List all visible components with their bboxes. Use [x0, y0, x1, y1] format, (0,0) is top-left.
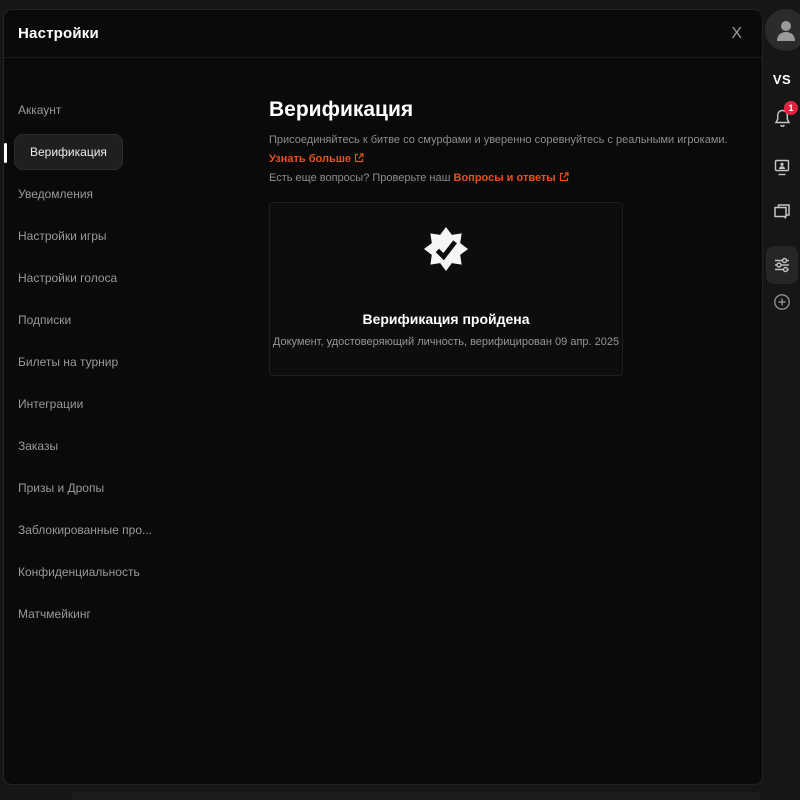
learn-more-link[interactable]: Узнать больше — [269, 153, 351, 165]
sidebar-item-tournament-tickets[interactable]: Билеты на турнир — [4, 341, 254, 383]
page-title: Верификация — [269, 98, 739, 122]
external-link-icon — [354, 151, 364, 161]
verification-status-title: Верификация пройдена — [362, 311, 529, 327]
background-bottom-bar — [72, 792, 760, 800]
chat-icon — [772, 202, 792, 222]
settings-sliders-icon — [773, 256, 791, 274]
sidebar-item-account[interactable]: Аккаунт — [4, 89, 254, 131]
sidebar-item-prizes-drops[interactable]: Призы и Дропы — [4, 467, 254, 509]
verification-status-card: Верификация пройдена Документ, удостовер… — [269, 202, 623, 376]
sidebar-item-game-settings[interactable]: Настройки игры — [4, 215, 254, 257]
sidebar-item-voice-settings[interactable]: Настройки голоса — [4, 257, 254, 299]
settings-dialog: Настройки X Аккаунт Верификация Уведомле… — [3, 9, 763, 785]
sidebar-item-subscriptions[interactable]: Подписки — [4, 299, 254, 341]
verified-badge-icon — [423, 226, 469, 272]
verification-panel: Верификация Присоединяйтесь к битве со с… — [269, 98, 739, 188]
notification-count-badge: 1 — [784, 101, 798, 115]
sidebar-item-blocked-profiles[interactable]: Заблокированные про... — [4, 509, 254, 551]
external-link-icon — [559, 170, 569, 180]
close-button[interactable]: X — [725, 22, 748, 46]
sidebar-item-privacy[interactable]: Конфиденциальность — [4, 551, 254, 593]
sidebar-item-matchmaking[interactable]: Матчмейкинг — [4, 593, 254, 635]
settings-button[interactable] — [766, 246, 798, 284]
sidebar-item-verification[interactable]: Верификация — [14, 134, 123, 170]
plus-circle-icon — [772, 292, 792, 312]
avatar-person-icon — [765, 9, 800, 51]
vs-label: VS — [764, 72, 800, 87]
dialog-header: Настройки X — [4, 10, 762, 58]
sidebar-item-notifications[interactable]: Уведомления — [4, 173, 254, 215]
dialog-title: Настройки — [18, 25, 99, 42]
sidebar-item-integrations[interactable]: Интеграции — [4, 383, 254, 425]
sidebar-item-orders[interactable]: Заказы — [4, 425, 254, 467]
faq-link[interactable]: Вопросы и ответы — [454, 172, 556, 184]
add-button[interactable] — [764, 292, 800, 312]
chats-button[interactable] — [764, 202, 800, 222]
settings-nav: Аккаунт Верификация Уведомления Настройк… — [4, 67, 254, 635]
right-toolbar: VS 1 — [764, 0, 800, 800]
user-avatar[interactable] — [765, 9, 800, 51]
verification-status-subtitle: Документ, удостоверяющий личность, вериф… — [273, 336, 619, 348]
intro-text: Присоединяйтесь к битве со смурфами и ув… — [269, 131, 739, 188]
notifications-button[interactable]: 1 — [764, 108, 800, 130]
spectate-button[interactable] — [764, 158, 800, 178]
spectate-icon — [773, 158, 791, 178]
